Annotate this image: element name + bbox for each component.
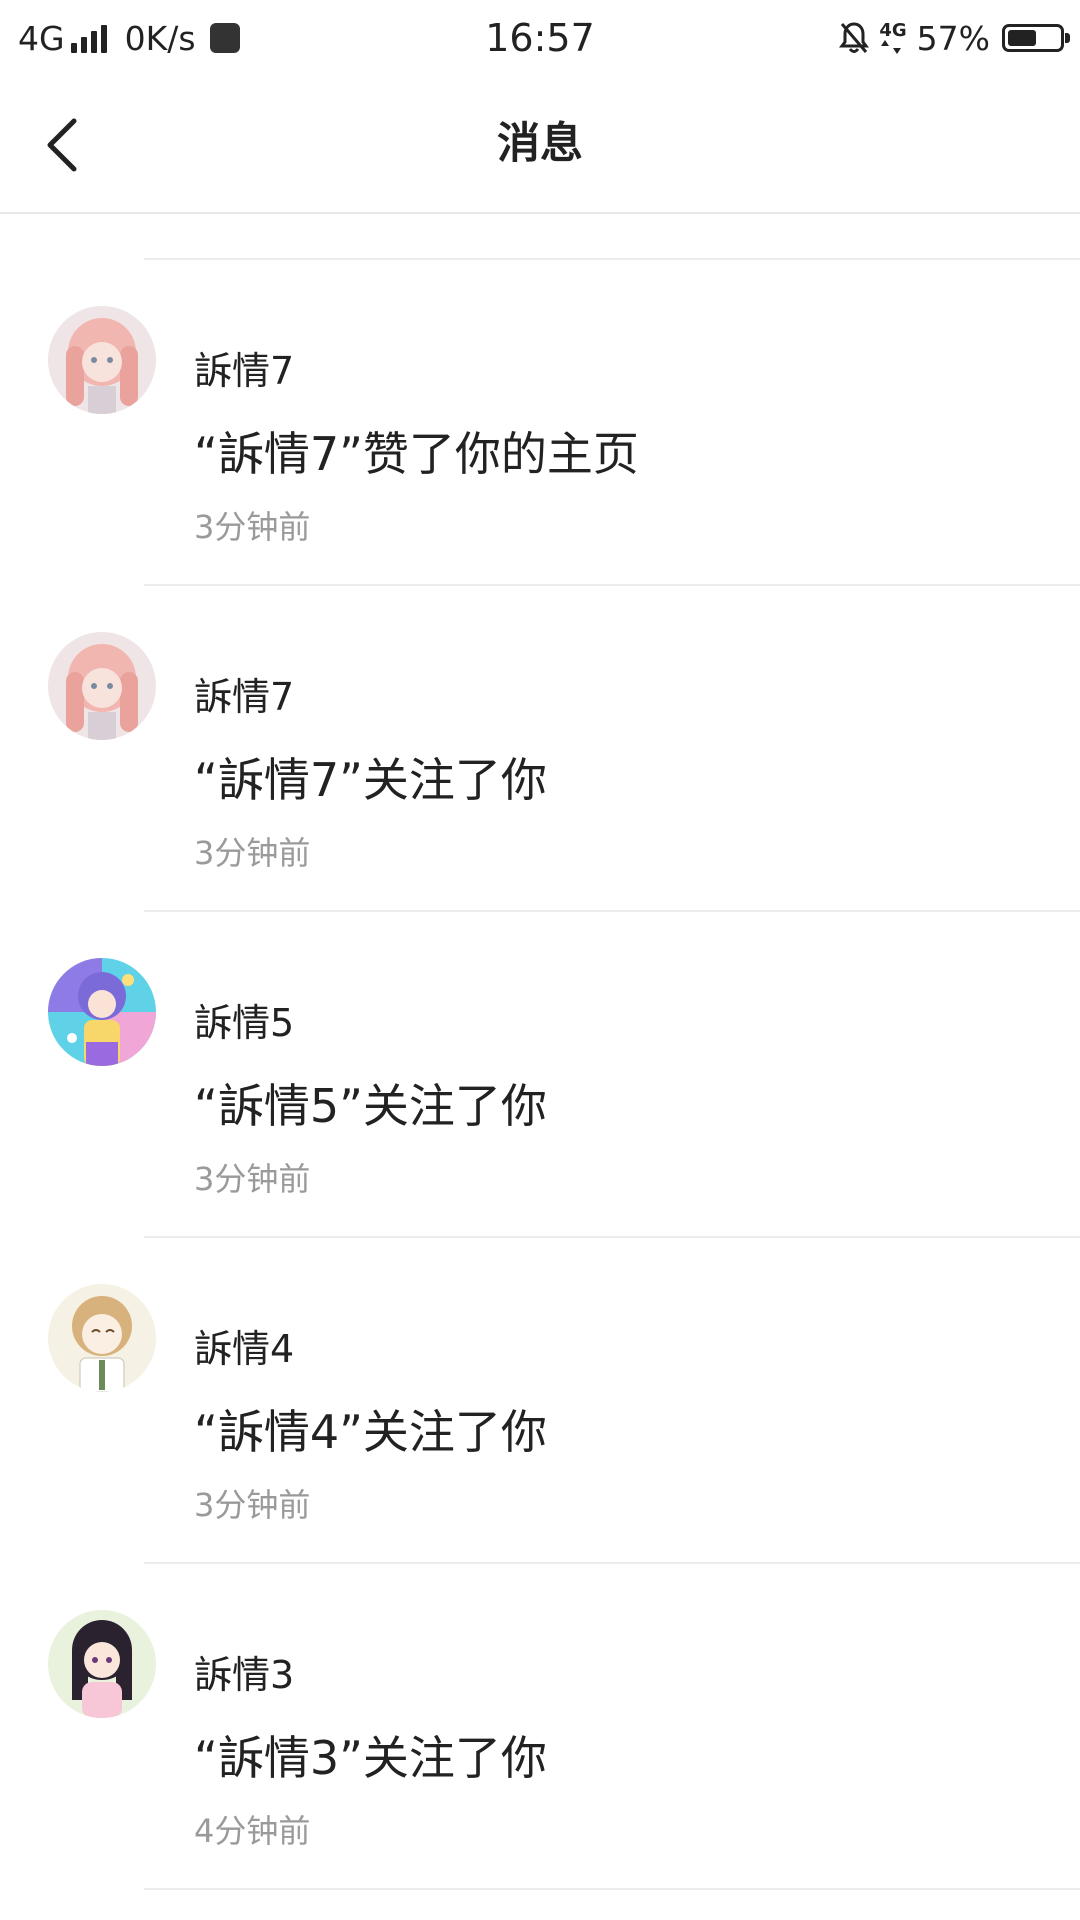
sender-name[interactable]: 訴情4 [194, 1318, 294, 1373]
list-item[interactable]: 訴情5 “訴情5”关注了你 3分钟前 [0, 912, 1080, 1237]
sender-name[interactable]: 訴情7 [194, 666, 294, 721]
battery-percent: 57% [916, 18, 990, 58]
sender-name[interactable]: 訴情7 [194, 340, 294, 395]
sender-name[interactable]: 訴情5 [194, 992, 294, 1047]
message-time: 3分钟前 [194, 1160, 311, 1198]
divider [144, 1888, 1080, 1890]
battery-icon [1002, 24, 1070, 52]
list-item[interactable]: 訴情7 “訴情7”关注了你 3分钟前 [0, 586, 1080, 911]
message-time: 4分钟前 [194, 1812, 311, 1850]
message-content: “訴情7”关注了你 [194, 753, 547, 807]
avatar[interactable] [48, 958, 156, 1066]
battery-fill [1008, 30, 1036, 46]
message-time: 3分钟前 [194, 508, 311, 546]
list-item[interactable]: 訴情3 “訴情3”关注了你 4分钟前 [0, 1564, 1080, 1889]
message-content: “訴情4”关注了你 [194, 1405, 547, 1459]
avatar[interactable] [48, 306, 156, 414]
message-content: “訴情7”赞了你的主页 [194, 427, 639, 481]
mobile-data-icon: 4G [879, 20, 907, 54]
message-content: “訴情3”关注了你 [194, 1731, 547, 1785]
sender-name[interactable]: 訴情3 [194, 1644, 294, 1699]
nav-header: 消息 [0, 76, 1080, 214]
avatar[interactable] [48, 1284, 156, 1392]
status-bar-right: 4G 57% [839, 14, 1070, 62]
bell-off-icon [839, 21, 870, 55]
message-time: 3分钟前 [194, 834, 311, 872]
battery-cap [1065, 33, 1070, 43]
list-item[interactable]: 訴情4 “訴情4”关注了你 3分钟前 [0, 1238, 1080, 1563]
mobile-data-label: 4G [879, 20, 907, 41]
message-content: “訴情5”关注了你 [194, 1079, 547, 1133]
avatar[interactable] [48, 1610, 156, 1718]
status-bar: 4G 0K/s 16:57 4G 57% [0, 0, 1080, 76]
avatar[interactable] [48, 632, 156, 740]
message-list[interactable]: 訴情7 “訴情7”赞了你的主页 3分钟前 訴情7 “訴情7”关注了你 3分钟前 [0, 214, 1080, 1920]
page-title: 消息 [497, 119, 583, 169]
list-item[interactable]: 訴情7 “訴情7”赞了你的主页 3分钟前 [0, 260, 1080, 585]
message-time: 3分钟前 [194, 1486, 311, 1524]
